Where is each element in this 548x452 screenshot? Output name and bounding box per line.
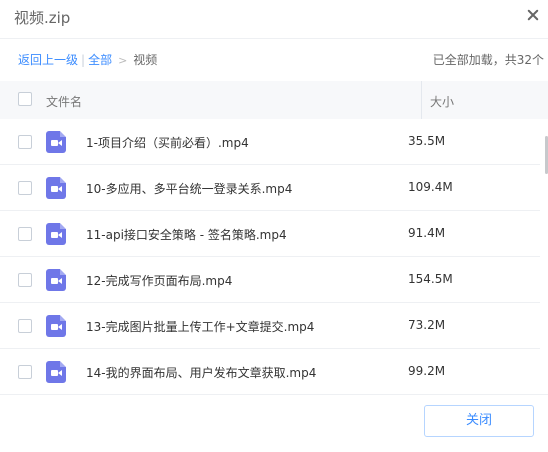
video-file-icon	[46, 223, 66, 245]
header-column-divider[interactable]	[421, 81, 422, 119]
file-name[interactable]: 10-多应用、多平台统一登录关系.mp4	[86, 180, 292, 197]
file-size: 91.4M	[408, 226, 446, 240]
file-name[interactable]: 13-完成图片批量上传工作+文章提交.mp4	[86, 318, 314, 335]
file-size: 35.5M	[408, 134, 446, 148]
breadcrumb-current: 视频	[133, 53, 158, 67]
row-checkbox[interactable]	[18, 181, 32, 195]
back-link[interactable]: 返回上一级	[18, 53, 78, 67]
file-name[interactable]: 12-完成写作页面布局.mp4	[86, 272, 232, 289]
all-link[interactable]: 全部	[88, 53, 112, 67]
close-button[interactable]: 关闭	[424, 405, 534, 437]
header-divider	[0, 38, 548, 39]
row-checkbox[interactable]	[18, 227, 32, 241]
row-checkbox[interactable]	[18, 319, 32, 333]
footer-divider	[0, 394, 548, 395]
video-file-icon	[46, 131, 66, 153]
file-size: 154.5M	[408, 272, 453, 286]
video-file-icon	[46, 269, 66, 291]
video-file-icon	[46, 315, 66, 337]
table-row[interactable]: 1-项目介绍（买前必看）.mp4 35.5M	[0, 119, 540, 165]
select-all-checkbox[interactable]	[18, 92, 32, 106]
file-size: 109.4M	[408, 180, 453, 194]
row-checkbox[interactable]	[18, 135, 32, 149]
column-header-size[interactable]: 大小	[430, 93, 454, 110]
table-row[interactable]: 11-api接口安全策略 - 签名策略.mp4 91.4M	[0, 211, 540, 257]
breadcrumb-separator: |	[81, 53, 86, 67]
file-size: 99.2M	[408, 364, 446, 378]
table-row[interactable]: 10-多应用、多平台统一登录关系.mp4 109.4M	[0, 165, 540, 211]
video-file-icon	[46, 361, 66, 383]
dialog-title: 视频.zip	[14, 9, 71, 27]
dialog-header: 视频.zip	[0, 0, 548, 34]
file-size: 73.2M	[408, 318, 446, 332]
file-name[interactable]: 1-项目介绍（买前必看）.mp4	[86, 134, 249, 151]
table-row[interactable]: 14-我的界面布局、用户发布文章获取.mp4 99.2M	[0, 349, 540, 394]
row-checkbox[interactable]	[18, 365, 32, 379]
close-icon[interactable]	[524, 6, 542, 24]
table-row[interactable]: 13-完成图片批量上传工作+文章提交.mp4 73.2M	[0, 303, 540, 349]
table-header	[0, 81, 548, 119]
table-row[interactable]: 12-完成写作页面布局.mp4 154.5M	[0, 257, 540, 303]
load-status: 已全部加载，共32个	[432, 53, 544, 67]
breadcrumb-arrow: >	[118, 54, 128, 67]
video-file-icon	[46, 177, 66, 199]
file-list: 1-项目介绍（买前必看）.mp4 35.5M 10-多应用、多平台统一登录关系.…	[0, 119, 548, 394]
file-name[interactable]: 14-我的界面布局、用户发布文章获取.mp4	[86, 364, 316, 381]
column-header-name[interactable]: 文件名	[46, 93, 82, 110]
breadcrumb: 返回上一级 | 全部 > 视频	[18, 51, 157, 68]
row-checkbox[interactable]	[18, 273, 32, 287]
file-name[interactable]: 11-api接口安全策略 - 签名策略.mp4	[86, 226, 287, 243]
